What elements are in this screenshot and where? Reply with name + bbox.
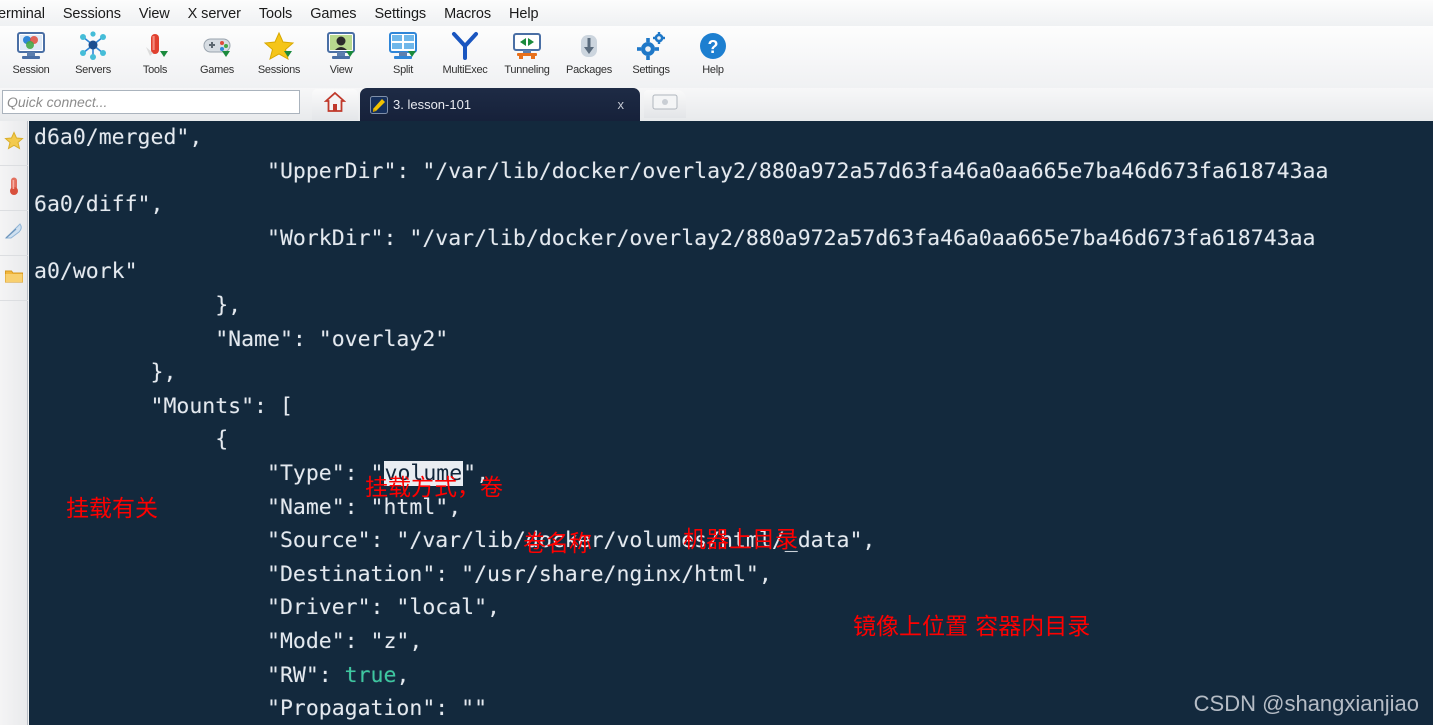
toolbar-servers-button[interactable]: Servers (62, 26, 124, 86)
csdn-watermark: CSDN @shangxianjiao (1193, 691, 1419, 716)
toolbar-servers-label: Servers (75, 64, 111, 76)
toolbar-sessions-button[interactable]: Sessions (248, 26, 310, 86)
toolbar-tunneling-label: Tunneling (504, 64, 550, 76)
menu-terminal[interactable]: erminal (0, 4, 54, 24)
toolbar-view-label: View (329, 64, 353, 76)
toolbar-settings-button[interactable]: Settings (620, 26, 682, 86)
terminal-line: "Mounts": [ (34, 393, 293, 419)
toolbar-tunneling-button[interactable]: Tunneling (496, 26, 558, 86)
menu-sessions[interactable]: Sessions (54, 4, 130, 24)
toolbar-multiexec-button[interactable]: MultiExec (434, 26, 496, 86)
annotation-image-location-container-dir: 镜像上位置 容器内目录 (853, 614, 1091, 640)
folder-icon (4, 266, 24, 291)
annotation-host-directory: 机器上目录 (683, 527, 798, 553)
terminal-line: "Driver": "local", (34, 595, 500, 621)
terminal-line: "Mode": "z", (34, 628, 423, 654)
sessions-star-icon (262, 29, 296, 63)
toolbar-split-button[interactable]: Split (372, 26, 434, 86)
feather-icon (4, 221, 24, 246)
terminal-line: }, (34, 360, 177, 386)
toolbar-settings-label: Settings (632, 64, 670, 76)
terminal-line: "Name": "overlay2" (34, 326, 449, 352)
toolbar-sessions-label: Sessions (257, 64, 301, 76)
terminal-line: "UpperDir": "/var/lib/docker/overlay2/88… (34, 158, 1329, 184)
toolbar: Session Servers Tools Games Sessions Vie… (0, 26, 1433, 88)
close-icon[interactable]: x (618, 97, 625, 112)
settings-gear-icon (634, 29, 668, 63)
thermometer-icon (4, 176, 24, 201)
annotation-volume-name: 卷名称 (523, 531, 592, 557)
svg-text:?: ? (708, 37, 719, 57)
annotation-mount-type-volume: 挂载方式，卷 (365, 475, 503, 501)
menu-tools[interactable]: Tools (250, 4, 301, 24)
toolbar-help-label: Help (702, 64, 724, 76)
multiexec-icon (448, 29, 482, 63)
session-tab-label: 3. lesson-101 (393, 97, 472, 112)
packages-icon (572, 29, 606, 63)
tunneling-icon (510, 29, 544, 63)
sidebar-tools[interactable] (0, 166, 28, 211)
menu-settings[interactable]: Settings (365, 4, 435, 24)
toolbar-tools-label: Tools (142, 64, 168, 76)
tools-icon (138, 29, 172, 63)
toolbar-tools-button[interactable]: Tools (124, 26, 186, 86)
toolbar-help-button[interactable]: ? Help (682, 26, 744, 86)
toolbar-split-label: Split (393, 64, 413, 76)
menu-xserver[interactable]: X server (179, 4, 250, 24)
terminal-line: d6a0/merged", (34, 125, 203, 150)
view-icon (324, 29, 358, 63)
toolbar-packages-button[interactable]: Packages (558, 26, 620, 86)
terminal-line: }, (34, 292, 242, 318)
sidebar-sftp[interactable] (0, 256, 28, 301)
toolbar-view-button[interactable]: View (310, 26, 372, 86)
terminal-line: "RW": true, (34, 662, 410, 688)
menu-macros[interactable]: Macros (435, 4, 500, 24)
sidebar-bookmark-star[interactable] (0, 121, 28, 166)
help-question-icon: ? (696, 29, 730, 63)
terminal-line: "Type": "volume", (34, 460, 490, 486)
terminal-panel[interactable]: d6a0/merged", "UpperDir": "/var/lib/dock… (29, 121, 1433, 725)
quick-connect-input[interactable]: Quick connect... (2, 90, 300, 114)
home-tab[interactable] (312, 89, 358, 120)
json-boolean-value: true (344, 662, 397, 688)
terminal-text-buffer: d6a0/merged", "UpperDir": "/var/lib/dock… (34, 121, 1433, 725)
toolbar-multiexec-label: MultiExec (442, 64, 488, 76)
toolbar-packages-label: Packages (566, 64, 612, 76)
home-icon (323, 91, 347, 118)
terminal-line: "Destination": "/usr/share/nginx/html", (34, 561, 772, 587)
session-icon (14, 29, 48, 63)
toolbar-games-button[interactable]: Games (186, 26, 248, 86)
sidebar-macros[interactable] (0, 211, 28, 256)
terminal-line: "WorkDir": "/var/lib/docker/overlay2/880… (34, 225, 1316, 251)
games-icon (200, 29, 234, 63)
tab-strip: Quick connect... 3. lesson-101 x (0, 88, 1433, 121)
terminal-line: 6a0/diff", (34, 192, 164, 218)
menu-view[interactable]: View (130, 4, 179, 24)
new-tab-button[interactable] (644, 90, 686, 118)
ssh-terminal-icon (370, 95, 388, 114)
annotation-mount-related: 挂载有关 (66, 496, 158, 522)
star-icon (4, 130, 24, 156)
servers-icon (76, 29, 110, 63)
mobaxterm-window: erminal Sessions View X server Tools Gam… (0, 0, 1433, 725)
menu-games[interactable]: Games (301, 4, 365, 24)
split-icon (386, 29, 420, 63)
menu-bar: erminal Sessions View X server Tools Gam… (0, 0, 1433, 28)
terminal-line: { (34, 427, 229, 453)
menu-help[interactable]: Help (500, 4, 547, 24)
toolbar-session-label: Session (12, 64, 50, 76)
new-tab-icon (652, 93, 678, 116)
session-tab-lesson-101[interactable]: 3. lesson-101 x (360, 88, 640, 121)
terminal-line: a0/work" (34, 259, 138, 285)
toolbar-games-label: Games (200, 64, 234, 76)
toolbar-session-button[interactable]: Session (0, 26, 62, 86)
left-sidebar-rail (0, 121, 28, 725)
